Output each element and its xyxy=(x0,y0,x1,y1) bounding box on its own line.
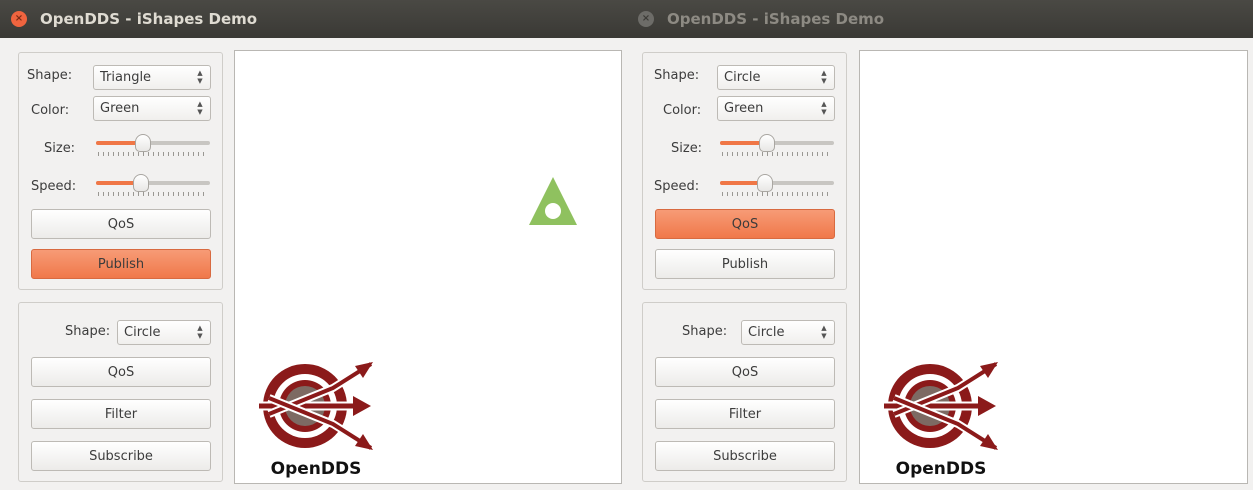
spin-arrows-icon: ▲ ▼ xyxy=(821,100,827,116)
window-titlebar[interactable]: × OpenDDS - iShapes Demo xyxy=(0,0,627,38)
subscriber-shape-select[interactable]: Circle ▲ ▼ xyxy=(741,320,835,345)
spin-arrows-icon: ▲ ▼ xyxy=(197,100,203,116)
spin-arrows-icon: ▲ ▼ xyxy=(821,69,827,85)
subscriber-group: Shape: Circle ▲ ▼ QoS Filter Subscribe xyxy=(18,302,223,482)
subscribe-button[interactable]: Subscribe xyxy=(31,441,211,471)
spin-arrows-icon: ▲ ▼ xyxy=(821,324,827,340)
shapes-canvas[interactable]: OpenDDS xyxy=(234,50,622,484)
subscriber-qos-button[interactable]: QoS xyxy=(31,357,211,387)
ishapes-window-right: × OpenDDS - iShapes Demo Shape: Circle ▲… xyxy=(627,0,1253,490)
filter-button[interactable]: Filter xyxy=(31,399,211,429)
slider-handle[interactable] xyxy=(133,174,149,192)
publisher-qos-button[interactable]: QoS xyxy=(655,209,835,239)
spin-arrows-icon: ▲ ▼ xyxy=(197,324,203,340)
shape-label: Shape: xyxy=(654,68,700,83)
speed-slider[interactable] xyxy=(720,173,834,197)
speed-label: Speed: xyxy=(31,179,77,194)
shape-select-value: Circle xyxy=(724,70,761,85)
slider-handle[interactable] xyxy=(757,174,773,192)
subscriber-shape-value: Circle xyxy=(124,325,161,340)
color-select-value: Green xyxy=(724,101,764,116)
size-slider[interactable] xyxy=(96,133,210,157)
window-title: OpenDDS - iShapes Demo xyxy=(40,10,258,28)
opendds-logo: OpenDDS xyxy=(235,352,397,483)
publish-button[interactable]: Publish xyxy=(31,249,211,279)
speed-label: Speed: xyxy=(654,179,700,194)
shape-select-value: Triangle xyxy=(100,70,152,85)
filter-button[interactable]: Filter xyxy=(655,399,835,429)
subscriber-shape-label: Shape: xyxy=(65,324,111,339)
size-slider[interactable] xyxy=(720,133,834,157)
opendds-logo-text: OpenDDS xyxy=(895,459,987,479)
triangle-shape xyxy=(529,177,577,225)
publisher-group: Shape: Circle ▲ ▼ Color: Green ▲ ▼ Size: S… xyxy=(642,52,847,290)
subscriber-qos-button[interactable]: QoS xyxy=(655,357,835,387)
speed-slider[interactable] xyxy=(96,173,210,197)
subscriber-group: Shape: Circle ▲ ▼ QoS Filter Subscribe xyxy=(642,302,847,482)
opendds-logo-icon xyxy=(259,360,374,452)
shape-label: Shape: xyxy=(27,68,73,83)
publish-button[interactable]: Publish xyxy=(655,249,835,279)
publisher-qos-button[interactable]: QoS xyxy=(31,209,211,239)
opendds-logo: OpenDDS xyxy=(860,352,1022,483)
window-title: OpenDDS - iShapes Demo xyxy=(667,10,885,28)
slider-handle[interactable] xyxy=(759,134,775,152)
color-select[interactable]: Green ▲ ▼ xyxy=(717,96,835,121)
color-label: Color: xyxy=(663,103,702,118)
color-select-value: Green xyxy=(100,101,140,116)
size-label: Size: xyxy=(44,141,76,156)
publisher-group: Shape: Triangle ▲ ▼ Color: Green ▲ ▼ Size:… xyxy=(18,52,223,290)
close-icon[interactable]: × xyxy=(638,11,654,27)
opendds-logo-text: OpenDDS xyxy=(270,459,362,479)
shape-select[interactable]: Triangle ▲ ▼ xyxy=(93,65,211,90)
window-titlebar[interactable]: × OpenDDS - iShapes Demo xyxy=(627,0,1253,38)
subscriber-shape-select[interactable]: Circle ▲ ▼ xyxy=(117,320,211,345)
ishapes-window-left: × OpenDDS - iShapes Demo Shape: Triangle… xyxy=(0,0,627,490)
color-label: Color: xyxy=(31,103,70,118)
subscribe-button[interactable]: Subscribe xyxy=(655,441,835,471)
size-label: Size: xyxy=(671,141,703,156)
color-select[interactable]: Green ▲ ▼ xyxy=(93,96,211,121)
close-icon[interactable]: × xyxy=(11,11,27,27)
opendds-logo-icon xyxy=(884,360,999,452)
subscriber-shape-value: Circle xyxy=(748,325,785,340)
shapes-canvas[interactable]: OpenDDS xyxy=(859,50,1248,484)
subscriber-shape-label: Shape: xyxy=(682,324,728,339)
spin-arrows-icon: ▲ ▼ xyxy=(197,69,203,85)
shape-select[interactable]: Circle ▲ ▼ xyxy=(717,65,835,90)
slider-handle[interactable] xyxy=(135,134,151,152)
